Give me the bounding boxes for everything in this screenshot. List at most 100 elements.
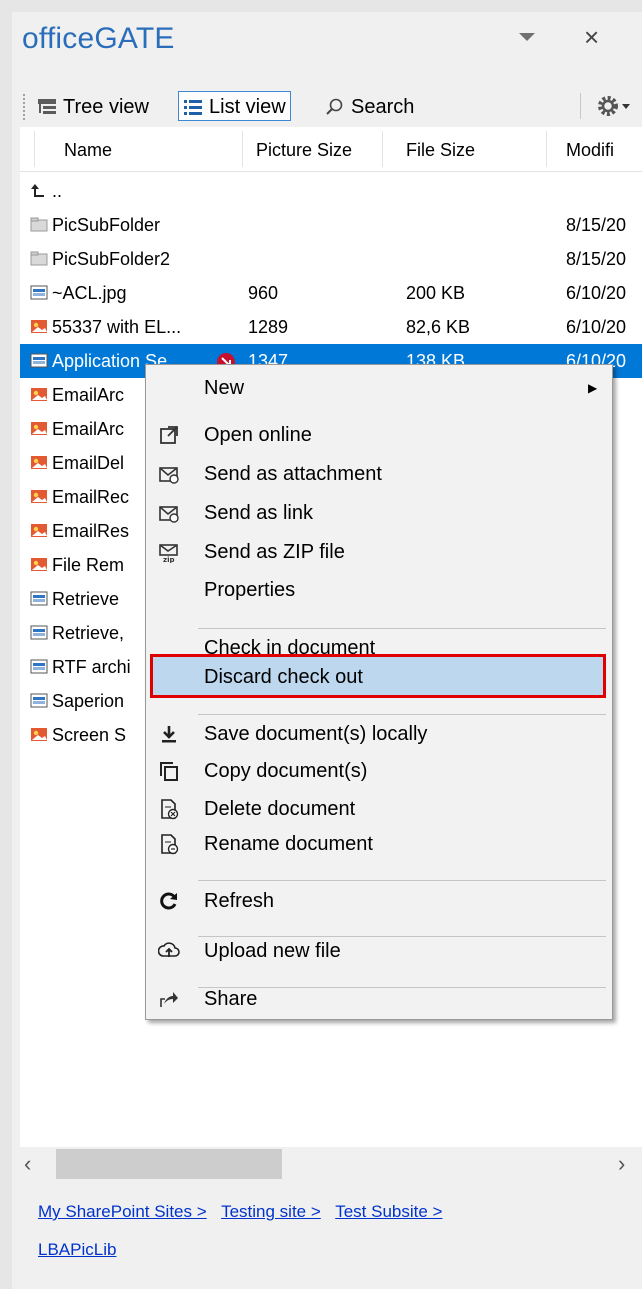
row-modified: 6/10/20	[566, 317, 627, 337]
gear-icon	[598, 96, 630, 116]
breadcrumb-link-testing-site[interactable]: Testing site >	[221, 1202, 321, 1221]
parent-folder-label: ..	[52, 181, 63, 201]
open-external-icon	[160, 426, 178, 444]
picture-icon	[31, 456, 47, 469]
tree-view-label: Tree view	[63, 96, 149, 118]
search-button[interactable]: Search	[320, 91, 419, 121]
folder-icon	[30, 251, 48, 266]
upload-icon	[158, 942, 180, 957]
scroll-left-button[interactable]: ‹	[24, 1149, 48, 1179]
file-list-header: Name Picture Size File Size Modifi	[20, 127, 642, 172]
image-icon	[30, 659, 48, 674]
list-view-button[interactable]: List view	[178, 91, 291, 121]
breadcrumb: My SharePoint Sites > Testing site > Tes…	[38, 1193, 628, 1269]
menu-item-label: Send as ZIP file	[204, 541, 345, 563]
row-name: 55337 with EL...	[52, 317, 182, 337]
toolbar-separator	[580, 93, 581, 119]
row-name: ~ACL.jpg	[52, 283, 127, 303]
menu-item-label: New	[204, 377, 245, 399]
table-row[interactable]: PicSubFolder2 8/15/20	[20, 242, 642, 276]
row-picture-size: 960	[248, 283, 279, 303]
column-separator	[34, 131, 35, 167]
picture-icon	[31, 558, 47, 571]
picture-icon	[31, 320, 47, 333]
toolbar: Tree view List view Search	[20, 89, 642, 125]
menu-item-refresh[interactable]: Refresh	[146, 882, 612, 920]
menu-item-discard-check-out[interactable]: Discard check out	[146, 654, 612, 698]
row-modified: 8/15/20	[566, 249, 627, 269]
menu-item-rename-document[interactable]: Rename document	[146, 825, 612, 863]
column-header-picture-size[interactable]: Picture Size	[256, 127, 352, 171]
menu-item-label: Refresh	[204, 890, 275, 912]
toolbar-grip[interactable]	[22, 93, 26, 121]
pane-close-button[interactable]: ×	[584, 22, 599, 52]
menu-item-new[interactable]: New ▶	[146, 369, 612, 407]
image-icon	[30, 693, 48, 708]
table-row[interactable]: ~ACL.jpg 960 200 KB 6/10/20	[20, 276, 642, 310]
rename-document-icon	[161, 834, 179, 855]
context-menu: New ▶ Open online Send as attachment Send as…	[145, 364, 613, 1020]
menu-item-share[interactable]: Share	[146, 980, 612, 1018]
column-separator[interactable]	[242, 131, 243, 167]
download-icon	[162, 726, 176, 743]
menu-item-send-as-link[interactable]: Send as link	[146, 494, 612, 532]
menu-item-copy-document-s[interactable]: Copy document(s)	[146, 752, 612, 790]
row-modified: 8/15/20	[566, 215, 627, 235]
picture-icon	[31, 388, 47, 401]
parent-folder-row[interactable]: ..	[20, 174, 642, 208]
delete-document-icon	[161, 799, 179, 820]
menu-item-delete-document[interactable]: Delete document	[146, 790, 612, 828]
menu-item-properties[interactable]: Properties	[146, 571, 612, 609]
pane-menu-button[interactable]	[516, 30, 538, 44]
menu-item-label: Copy document(s)	[204, 760, 368, 782]
scrollbar-thumb[interactable]	[56, 1149, 282, 1179]
menu-item-label: Send as attachment	[204, 463, 382, 485]
image-icon	[30, 625, 48, 640]
column-header-file-size[interactable]: File Size	[406, 127, 475, 171]
tree-view-button[interactable]: Tree view	[32, 91, 154, 121]
row-file-size: 82,6 KB	[406, 317, 471, 337]
menu-item-send-as-zip-file[interactable]: zip Send as ZIP file	[146, 533, 612, 571]
menu-item-label: Properties	[204, 579, 296, 601]
table-row[interactable]: 55337 with EL... 1289 82,6 KB 6/10/20	[20, 310, 642, 344]
settings-button[interactable]	[592, 91, 636, 121]
list-view-label: List view	[209, 96, 286, 118]
image-icon	[30, 285, 48, 300]
picture-icon	[31, 728, 47, 741]
menu-item-save-document-s-locally[interactable]: Save document(s) locally	[146, 715, 612, 753]
copy-icon	[160, 762, 178, 781]
menu-item-label: Rename document	[204, 833, 373, 855]
folder-icon	[30, 217, 48, 232]
column-separator[interactable]	[382, 131, 383, 167]
column-separator[interactable]	[546, 131, 547, 167]
horizontal-scrollbar[interactable]: ‹ ›	[20, 1147, 642, 1181]
menu-item-open-online[interactable]: Open online	[146, 416, 612, 454]
image-icon	[30, 591, 48, 606]
search-icon	[326, 98, 343, 115]
column-header-name[interactable]: Name	[64, 127, 112, 171]
breadcrumb-link-my-sharepoint-sites[interactable]: My SharePoint Sites >	[38, 1202, 207, 1221]
tree-view-icon	[38, 99, 56, 114]
search-label: Search	[351, 96, 415, 118]
refresh-icon	[160, 892, 177, 910]
row-picture-size: 1289	[248, 317, 289, 337]
menu-item-upload-new-file[interactable]: Upload new file	[146, 932, 612, 970]
row-modified: 6/10/20	[566, 283, 627, 303]
column-header-modified[interactable]: Modifi	[566, 127, 614, 171]
submenu-arrow-icon: ▶	[588, 381, 598, 395]
breadcrumb-link-test-subsite[interactable]: Test Subsite >	[335, 1202, 442, 1221]
scroll-right-button[interactable]: ›	[618, 1149, 642, 1179]
breadcrumb-link-lbapiclib[interactable]: LBAPicLib	[38, 1240, 116, 1259]
menu-item-label: Send as link	[204, 502, 313, 524]
menu-item-label: Delete document	[204, 798, 356, 820]
chevron-down-icon	[519, 33, 535, 41]
up-arrow-icon	[31, 184, 44, 197]
image-icon	[30, 353, 48, 368]
table-row[interactable]: PicSubFolder 8/15/20	[20, 208, 642, 242]
mail-attachment-icon	[159, 467, 179, 484]
picture-icon	[31, 490, 47, 503]
menu-separator	[198, 880, 606, 881]
menu-item-label: Discard check out	[204, 666, 363, 688]
svg-text:zip: zip	[163, 556, 174, 563]
menu-item-send-as-attachment[interactable]: Send as attachment	[146, 455, 612, 493]
